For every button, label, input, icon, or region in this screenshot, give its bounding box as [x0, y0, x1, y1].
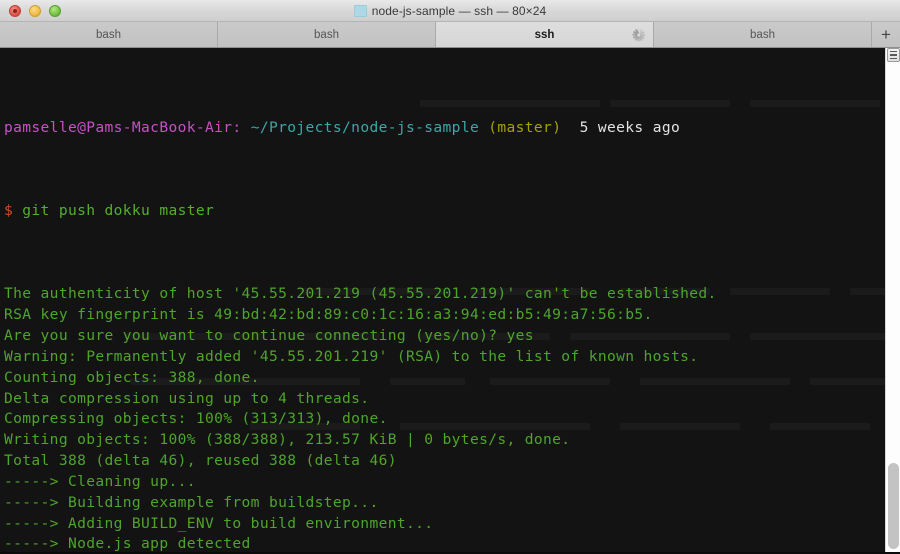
tab-bar: bash bash ssh bash + [0, 22, 900, 48]
output-line: Are you sure you want to continue connec… [4, 326, 534, 344]
output-line: Warning: Permanently added '45.55.201.21… [4, 347, 699, 365]
minimize-button[interactable] [29, 4, 41, 17]
prompt-time: 5 weeks ago [579, 118, 681, 136]
traffic-light-group [0, 4, 61, 17]
tab-ssh[interactable]: ssh [436, 22, 654, 47]
output-line: Total 388 (delta 46), reused 388 (delta … [4, 452, 397, 470]
terminal-lines: pamselle@Pams-MacBook-Air: ~/Projects/no… [4, 55, 885, 553]
output-line: Compressing objects: 100% (313/313), don… [4, 410, 388, 428]
command-text: git push dokku master [22, 201, 215, 219]
tab-label: bash [750, 28, 775, 41]
prompt-branch: (master) [488, 118, 562, 136]
activity-spinner-icon [632, 28, 645, 41]
output-line: -----> Adding BUILD_ENV to build environ… [4, 514, 434, 532]
prompt-space-2 [479, 119, 488, 136]
scrollbar-options-button[interactable] [887, 48, 900, 62]
output-line: -----> Node.js app detected [4, 535, 251, 553]
tab-bash-1[interactable]: bash [0, 22, 218, 47]
terminal-window: node-js-sample — ssh — 80×24 bash bash s… [0, 0, 900, 554]
prompt-space-1 [242, 119, 251, 136]
tab-label: ssh [534, 28, 555, 41]
scrollbar[interactable] [885, 48, 900, 553]
output-line: The authenticity of host '45.55.201.219 … [4, 285, 717, 303]
window-bottom-edge [0, 552, 900, 553]
tab-bash-3[interactable]: bash [654, 22, 872, 47]
prompt-symbol: $ [4, 201, 14, 219]
tab-label: bash [314, 28, 339, 41]
window-title: node-js-sample — ssh — 80×24 [371, 3, 547, 18]
prompt-line: pamselle@Pams-MacBook-Air: ~/Projects/no… [4, 118, 885, 139]
scrollbar-thumb[interactable] [888, 463, 899, 549]
title-bar: node-js-sample — ssh — 80×24 [0, 0, 900, 22]
output-lines: The authenticity of host '45.55.201.219 … [4, 284, 885, 553]
output-line: Counting objects: 388, done. [4, 368, 260, 386]
output-line: -----> Cleaning up... [4, 472, 196, 490]
folder-icon [353, 4, 367, 17]
output-line: Delta compression using up to 4 threads. [4, 389, 370, 407]
prompt-path: ~/Projects/node-js-sample [250, 118, 480, 136]
prompt-user-host: pamselle@Pams-MacBook-Air: [4, 118, 242, 136]
output-line: Writing objects: 100% (388/388), 213.57 … [4, 431, 571, 449]
command-line: $ git push dokku master [4, 201, 885, 222]
terminal-output[interactable]: pamselle@Pams-MacBook-Air: ~/Projects/no… [0, 48, 885, 553]
tab-bash-2[interactable]: bash [218, 22, 436, 47]
terminal-area: pamselle@Pams-MacBook-Air: ~/Projects/no… [0, 48, 900, 553]
command-space [13, 202, 22, 219]
maximize-button[interactable] [49, 4, 61, 17]
output-line: RSA key fingerprint is 49:bd:42:bd:89:c0… [4, 306, 653, 324]
tab-label: bash [96, 28, 121, 41]
close-button[interactable] [9, 4, 21, 17]
prompt-space-3 [561, 119, 579, 136]
new-tab-button[interactable]: + [872, 22, 900, 47]
output-line: -----> Building example from buildstep..… [4, 493, 379, 511]
window-title-group: node-js-sample — ssh — 80×24 [0, 0, 900, 21]
